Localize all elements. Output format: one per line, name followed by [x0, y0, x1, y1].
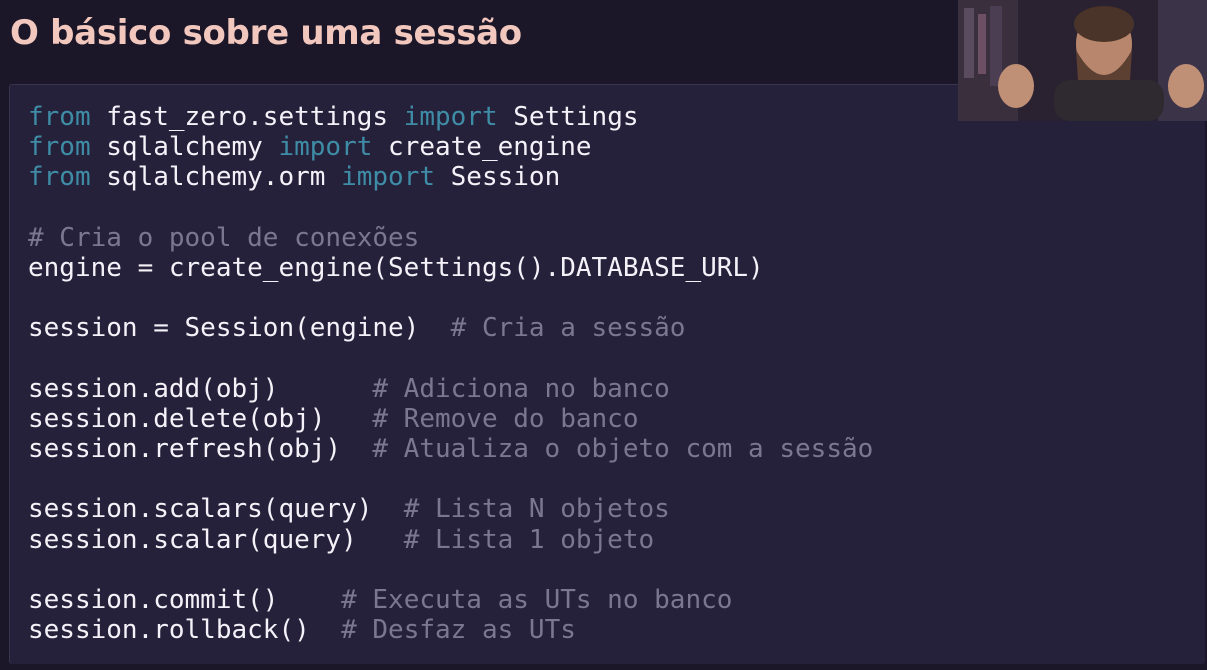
code-comment: # Cria a sessão: [450, 313, 686, 344]
code-text: engine = create_engine(Settings().DATABA…: [28, 252, 764, 283]
code-comment: # Adiciona no banco: [372, 373, 670, 404]
code-line: session.commit() # Executa as UTs no ban…: [28, 585, 873, 615]
code-text: session.delete(obj): [28, 403, 373, 434]
code-line: from sqlalchemy.orm import Session: [28, 162, 873, 192]
code-line: ​: [28, 344, 873, 374]
presentation-slide: O básico sobre uma sessão from fast_zero…: [0, 0, 1207, 670]
code-text: Session: [435, 162, 561, 193]
slide-title: O básico sobre uma sessão: [10, 13, 522, 53]
code-line: ​: [28, 193, 873, 223]
code-line: engine = create_engine(Settings().DATABA…: [28, 253, 873, 283]
code-text: Settings: [497, 102, 639, 132]
code-line: session = Session(engine) # Cria a sessã…: [28, 313, 873, 343]
code-keyword: import: [403, 102, 498, 132]
code-keyword: import: [341, 162, 435, 193]
presenter-video-icon: [958, 0, 1207, 121]
code-line: session.delete(obj) # Remove do banco: [28, 404, 873, 434]
code-line: session.rollback() # Desfaz as UTs: [28, 615, 873, 645]
code-text: sqlalchemy.orm: [90, 162, 342, 193]
code-text: fast_zero.settings: [90, 102, 404, 132]
code-line: session.scalars(query) # Lista N objetos: [28, 494, 873, 524]
code-text: create_engine: [372, 132, 592, 163]
code-comment: # Lista N objetos: [403, 494, 670, 525]
code-comment: # Cria o pool de conexões: [28, 222, 420, 253]
code-text: session.add(obj): [28, 373, 373, 404]
code-comment: # Atualiza o objeto com a sessão: [372, 434, 874, 465]
code-comment: # Executa as UTs no banco: [341, 585, 733, 615]
code-line: session.scalar(query) # Lista 1 objeto: [28, 525, 873, 555]
code-line: ​: [28, 283, 873, 313]
code-line: ​: [28, 555, 873, 585]
code-comment: # Desfaz as UTs: [341, 615, 576, 646]
code-text: session.refresh(obj): [28, 434, 373, 465]
code-text: session.scalar(query): [28, 524, 404, 555]
code-keyword: from: [28, 162, 91, 193]
code-keyword: from: [28, 102, 91, 132]
code-comment: # Lista 1 objeto: [403, 524, 655, 555]
code-line: from fast_zero.settings import Settings: [28, 102, 873, 132]
code-keyword: from: [28, 132, 91, 163]
code-line: session.add(obj) # Adiciona no banco: [28, 374, 873, 404]
code-line: ​: [28, 464, 873, 494]
code-comment: # Remove do banco: [372, 403, 639, 434]
code-text: session.commit(): [28, 585, 342, 615]
presenter-webcam: [958, 0, 1207, 121]
code-text: session = Session(engine): [28, 313, 451, 344]
code-text: sqlalchemy: [90, 132, 279, 163]
code-line: session.refresh(obj) # Atualiza o objeto…: [28, 434, 873, 464]
code-line: # Cria o pool de conexões: [28, 223, 873, 253]
code-block: from fast_zero.settings import Settings f…: [28, 102, 873, 645]
code-text: session.scalars(query): [28, 494, 404, 525]
code-keyword: import: [278, 132, 373, 163]
code-text: session.rollback(): [28, 615, 342, 646]
code-line: from sqlalchemy import create_engine: [28, 132, 873, 162]
